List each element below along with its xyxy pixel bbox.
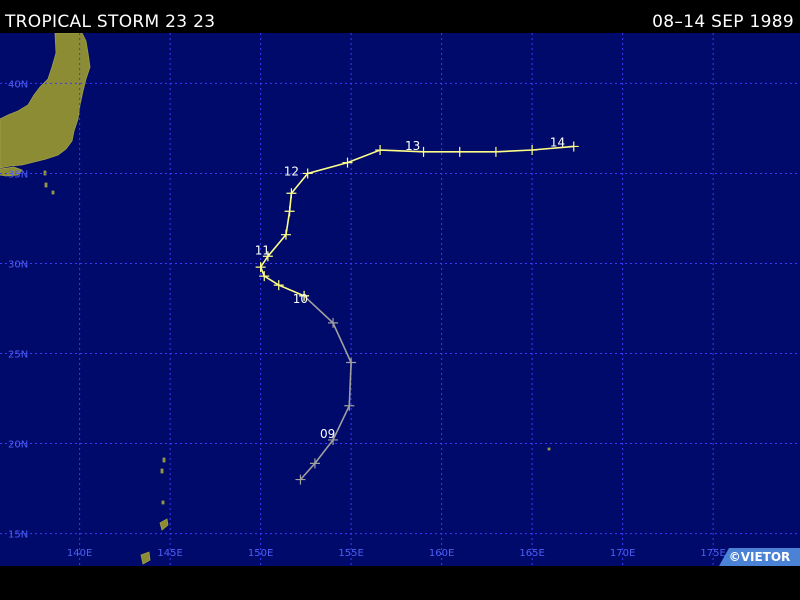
lon-label: 155E <box>338 548 363 559</box>
lon-label: 160E <box>429 548 454 559</box>
day-label: 12 <box>284 164 299 178</box>
lon-label: 140E <box>67 548 92 559</box>
date-range: 08–14 SEP 1989 <box>652 12 794 32</box>
storm-track-map: 40N 35N 30N 25N 20N 15N 140E 145E 150E 155E 160E 16… <box>0 33 800 566</box>
lat-label: 40N <box>8 79 28 90</box>
lat-label: 25N <box>8 350 28 361</box>
mariana-island <box>160 468 164 474</box>
lat-label: 20N <box>8 440 28 451</box>
storm-title: TROPICAL STORM 23 23 <box>5 12 216 32</box>
day-label: 13 <box>405 139 420 153</box>
lat-label: 15N <box>8 530 28 541</box>
wake-island <box>547 447 551 451</box>
lon-label: 145E <box>157 548 182 559</box>
ocean-background <box>0 33 800 566</box>
lat-label: 35N <box>8 169 28 180</box>
mariana-island <box>161 500 165 505</box>
lat-label: 30N <box>8 259 28 270</box>
izu-island <box>44 182 48 188</box>
day-label: 11 <box>255 243 270 257</box>
mariana-island <box>162 457 166 463</box>
vietor-credit: ©VIETOR <box>719 548 800 566</box>
day-label: 14 <box>550 135 565 149</box>
lon-label: 150E <box>248 548 273 559</box>
footer-bar <box>0 566 800 600</box>
day-label: 09 <box>320 427 335 441</box>
lon-label: 175E <box>700 548 725 559</box>
header-bar: TROPICAL STORM 23 23 08–14 SEP 1989 <box>0 0 800 33</box>
lon-label: 170E <box>610 548 635 559</box>
day-label: 10 <box>293 292 308 306</box>
lon-label: 165E <box>519 548 544 559</box>
izu-island <box>51 190 55 195</box>
